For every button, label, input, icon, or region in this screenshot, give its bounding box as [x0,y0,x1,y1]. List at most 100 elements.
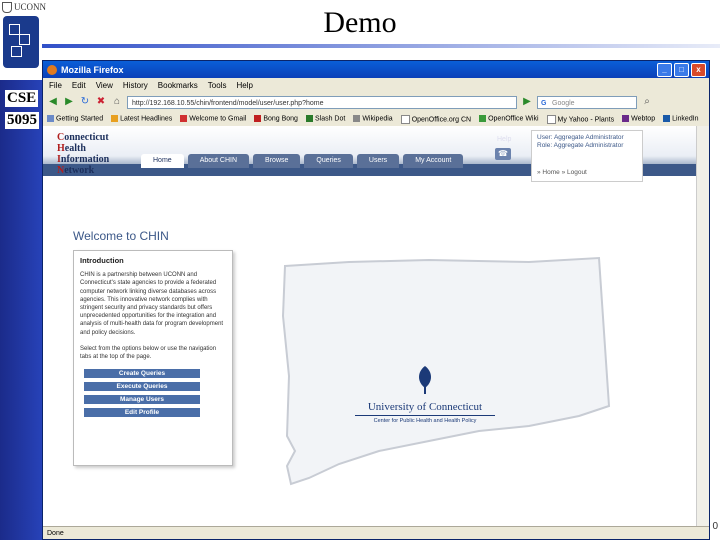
menu-file[interactable]: File [49,81,62,90]
go-arrow-icon[interactable]: ▶ [521,96,533,108]
bookmark-item[interactable]: Bong Bong [254,115,298,123]
bookmark-label: Slash Dot [314,115,346,123]
search-input[interactable]: G Google [537,95,637,109]
bookmark-item[interactable]: Latest Headlines [111,115,173,123]
intro-panel: Introduction CHIN is a partnership betwe… [73,250,233,466]
minimize-button[interactable]: _ [657,62,672,77]
bookmark-item[interactable]: Welcome to Gmail [180,115,247,123]
manage-users-button[interactable]: Manage Users [84,395,200,405]
bookmark-label: Webtop [631,115,656,123]
menu-view[interactable]: View [96,81,113,90]
menu-tools[interactable]: Tools [208,81,227,90]
slide-side-bar [0,80,42,540]
logo-line: Health [57,143,109,154]
home-icon[interactable]: ⌂ [111,96,123,108]
tab-users[interactable]: Users [356,154,400,168]
bookmark-item[interactable]: Getting Started [47,115,104,123]
help-link[interactable]: Help [497,136,511,143]
address-bar[interactable]: http://192.168.10.55/chin/frontend/model… [127,95,517,109]
bookmark-icon [479,115,487,123]
bookmark-label: Bong Bong [263,115,298,123]
menu-bookmarks[interactable]: Bookmarks [158,81,198,90]
chin-logo[interactable]: Connecticut Health Information Network [57,132,109,176]
bookmark-label: My Yahoo - Plants [557,115,615,123]
bookmark-label: Getting Started [56,115,104,123]
slide-top-rule [42,44,720,48]
reload-icon[interactable]: ↻ [79,96,91,108]
uconn-name: University of Connecticut [355,401,495,416]
bookmark-item[interactable]: My Yahoo - Plants [546,114,615,124]
vertical-scrollbar[interactable] [696,126,709,526]
forward-arrow-icon[interactable]: ▶ [63,96,75,108]
linkedin-icon [663,115,671,123]
navigation-toolbar: ◀ ▶ ↻ ✖ ⌂ http://192.168.10.55/chin/fron… [43,92,709,112]
logo-rest: etwork [64,165,95,176]
logo-line: Network [57,165,109,176]
bookmark-item[interactable]: OpenOffice Wiki [479,115,539,123]
bookmark-item[interactable]: OpenOffice.org CN [400,114,472,124]
tab-queries[interactable]: Queries [304,154,353,168]
wikipedia-icon [353,115,361,123]
phone-icon[interactable]: ☎ [495,148,511,160]
uconn-center-logo: University of Connecticut Center for Pub… [355,364,495,424]
title-bar: Mozilla Firefox _ □ x [43,61,709,78]
intro-instructions: Select from the options below or use the… [80,345,217,361]
logo-rest: nformation [60,154,110,165]
role-line: Role: Aggregate Administrator [537,142,624,149]
bookmark-label: Latest Headlines [120,115,173,123]
intro-heading: Introduction [80,256,124,265]
user-info-box: User: Aggregate Administrator Role: Aggr… [531,130,643,182]
page-content: Connecticut Health Information Network H… [43,126,709,526]
menu-edit[interactable]: Edit [72,81,86,90]
gmail-icon [180,115,188,123]
tab-home[interactable]: Home [141,154,184,168]
bookmark-label: Welcome to Gmail [189,115,247,123]
menu-history[interactable]: History [123,81,148,90]
logo-rest: onnecticut [64,132,109,143]
page-icon [546,114,556,124]
logo-cap: H [57,143,65,154]
course-label-2: 5095 [5,112,39,129]
stop-icon[interactable]: ✖ [95,96,107,108]
logo-square-icon [11,46,22,57]
tab-my-account[interactable]: My Account [403,154,464,168]
back-arrow-icon[interactable]: ◀ [47,96,59,108]
bookmark-label: Wikipedia [362,115,393,123]
google-icon: G [541,99,547,107]
menu-bar: File Edit View History Bookmarks Tools H… [43,78,709,92]
menu-help[interactable]: Help [236,81,252,90]
bookmark-label: OpenOffice.org CN [411,115,472,123]
bookmark-icon [254,115,262,123]
execute-queries-button[interactable]: Execute Queries [84,382,200,392]
maximize-button[interactable]: □ [674,62,689,77]
search-placeholder: Google [552,99,575,107]
uconn-center-name: Center for Public Health and Health Poli… [373,418,477,424]
bookmarks-toolbar: Getting Started Latest Headlines Welcome… [43,112,709,127]
bookmark-item[interactable]: LinkedIn [663,115,699,123]
site-nav-tabs: Home About CHIN Browse Queries Users My … [141,154,464,168]
bookmark-item[interactable]: Webtop [622,115,656,123]
firefox-icon [47,64,57,75]
window-title: Mozilla Firefox [61,64,124,75]
status-bar: Done [43,526,709,539]
oak-leaf-icon [419,366,431,394]
page-title: Welcome to CHIN [73,229,169,243]
user-links[interactable]: » Home » Logout [537,169,587,177]
search-magnifier-icon[interactable]: ⌕ [641,96,653,108]
close-button[interactable]: x [691,62,706,77]
tab-browse[interactable]: Browse [253,154,301,168]
course-label-1: CSE [5,90,39,107]
slide-number: 0 [712,521,718,532]
edit-profile-button[interactable]: Edit Profile [84,408,200,418]
tab-about[interactable]: About CHIN [187,154,250,168]
rss-icon [111,115,119,123]
create-queries-button[interactable]: Create Queries [84,369,200,379]
logo-line: Information [57,154,109,165]
page-icon [400,114,410,124]
bookmark-item[interactable]: Wikipedia [353,115,393,123]
bookmark-item[interactable]: Slash Dot [305,115,346,123]
bookmark-icon [622,115,630,123]
logo-line: Connecticut [57,132,109,143]
bookmark-label: LinkedIn [672,115,699,123]
slide-title: Demo [323,6,397,39]
